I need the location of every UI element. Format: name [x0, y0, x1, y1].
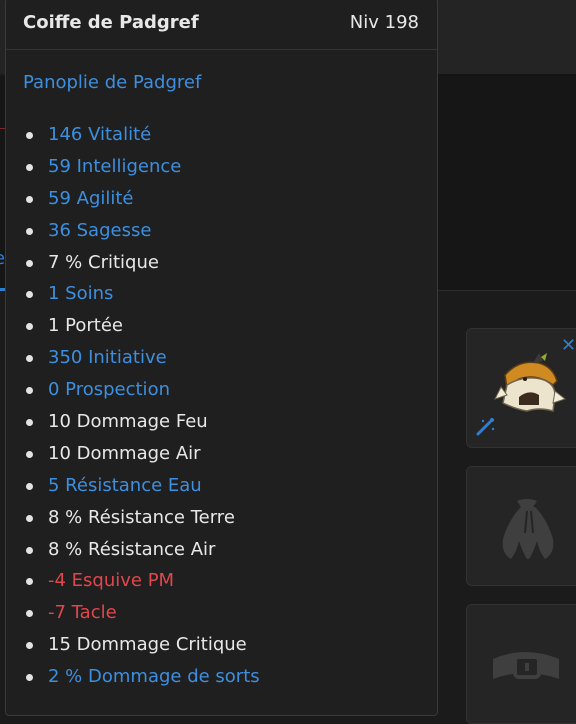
equipment-slot-belt[interactable]: [466, 604, 576, 724]
item-level: Niv 198: [349, 12, 419, 33]
equipment-slot-hat[interactable]: ✕: [466, 328, 576, 448]
stat-line: 59 Agilité: [26, 183, 260, 215]
stat-text: 1 Soins: [48, 283, 114, 305]
stat-line: 8 % Résistance Air: [26, 534, 260, 566]
stat-line: 36 Sagesse: [26, 215, 260, 247]
stat-line: 8 % Résistance Terre: [26, 502, 260, 534]
stat-line: 0 Prospection: [26, 374, 260, 406]
belt-placeholder-icon: [493, 652, 559, 679]
stat-text: 59 Agilité: [48, 187, 134, 209]
stat-line: -4 Esquive PM: [26, 565, 260, 597]
stat-line: -7 Tacle: [26, 597, 260, 629]
bullet-icon: [26, 163, 33, 171]
stat-text: 8 % Résistance Terre: [48, 506, 235, 528]
stat-text: 2 % Dommage de sorts: [48, 666, 260, 688]
cloak-placeholder-icon: [502, 499, 554, 559]
stat-line: 1 Soins: [26, 278, 260, 310]
magic-wand-icon[interactable]: [475, 415, 497, 437]
bullet-icon: [26, 387, 33, 395]
bullet-icon: [26, 546, 33, 554]
stat-line: 59 Intelligence: [26, 151, 260, 183]
stat-line: 10 Dommage Feu: [26, 406, 260, 438]
bullet-icon: [26, 610, 33, 618]
stat-text: 15 Dommage Critique: [48, 634, 247, 656]
stat-text: 36 Sagesse: [48, 219, 152, 241]
bullet-icon: [26, 227, 33, 235]
stat-text: -7 Tacle: [48, 602, 117, 624]
bullet-icon: [26, 450, 33, 458]
item-tooltip: Coiffe de Padgref Niv 198 Panoplie de Pa…: [5, 0, 438, 716]
stat-text: -4 Esquive PM: [48, 570, 175, 592]
stat-text: 59 Intelligence: [48, 155, 182, 177]
stat-line: 146 Vitalité: [26, 119, 260, 151]
bullet-icon: [26, 195, 33, 203]
stat-text: 8 % Résistance Air: [48, 538, 216, 560]
bullet-icon: [26, 578, 33, 586]
bullet-icon: [26, 291, 33, 299]
stat-line: 5 Résistance Eau: [26, 470, 260, 502]
bullet-icon: [26, 419, 33, 427]
bullet-icon: [26, 355, 33, 363]
bullet-icon: [26, 323, 33, 331]
bullet-icon: [26, 132, 33, 139]
stat-line: 10 Dommage Air: [26, 438, 260, 470]
equipment-slot-cloak[interactable]: [466, 466, 576, 586]
stat-text: 10 Dommage Feu: [48, 411, 208, 433]
stat-text: 10 Dommage Air: [48, 442, 201, 464]
stat-text: 5 Résistance Eau: [48, 474, 202, 496]
bullet-icon: [26, 514, 33, 522]
stat-text: 1 Portée: [48, 315, 124, 337]
stat-text: 7 % Critique: [48, 251, 159, 273]
close-icon[interactable]: ✕: [561, 337, 576, 355]
bullet-icon: [26, 674, 33, 682]
stat-line: 350 Initiative: [26, 342, 260, 374]
stat-line: 2 % Dommage de sorts: [26, 661, 260, 693]
stat-text: 0 Prospection: [48, 379, 170, 401]
item-name: Coiffe de Padgref: [23, 12, 199, 33]
stat-text: 350 Initiative: [48, 347, 167, 369]
stat-line: 1 Portée: [26, 310, 260, 342]
tooltip-header: Coiffe de Padgref Niv 198: [6, 0, 437, 50]
stat-line: 7 % Critique: [26, 247, 260, 279]
stat-text: 146 Vitalité: [48, 124, 152, 145]
stat-line: 15 Dommage Critique: [26, 629, 260, 661]
bullet-icon: [26, 482, 33, 490]
panel-divider: [436, 290, 576, 291]
item-set-link[interactable]: Panoplie de Padgref: [23, 72, 201, 93]
item-stats-list: 146 Vitalité 59 Intelligence 59 Agilité …: [26, 119, 260, 693]
bullet-icon: [26, 642, 33, 650]
bullet-icon: [26, 259, 33, 267]
